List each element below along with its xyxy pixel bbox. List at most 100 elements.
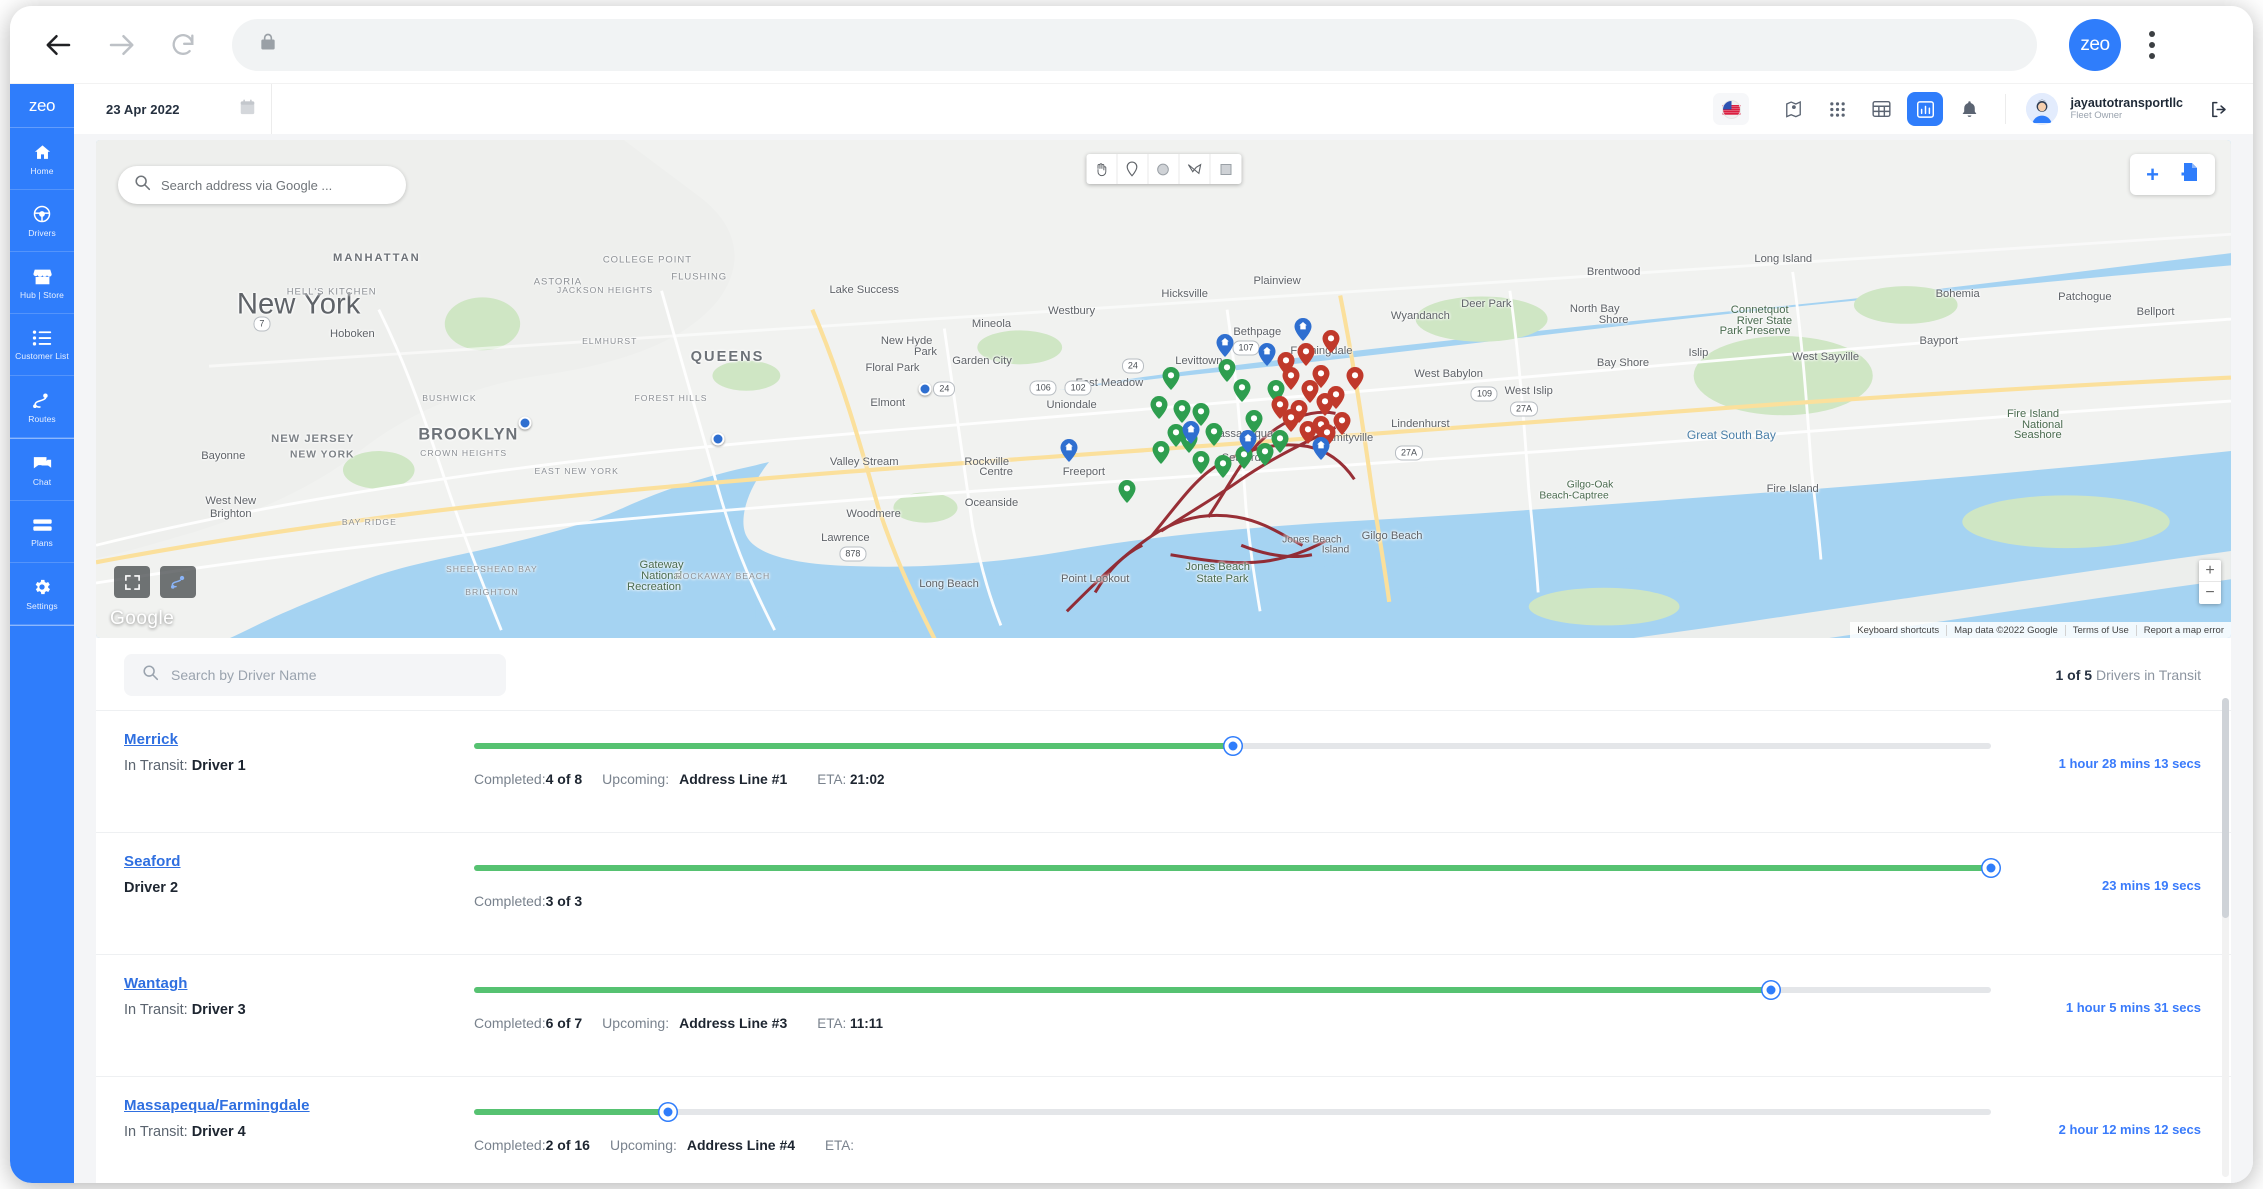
sidebar-item-customer-list[interactable]: Customer List	[10, 314, 74, 376]
table-row[interactable]: Wantagh In Transit: Driver 3 Completed:6 o…	[96, 954, 2231, 1076]
reload-icon[interactable]	[160, 22, 206, 68]
map-stop-pin[interactable]	[1333, 412, 1351, 436]
map-stop-pin[interactable]	[1297, 343, 1315, 367]
progress-knob[interactable]	[1762, 981, 1780, 999]
map-bottomleft-actions[interactable]	[114, 566, 196, 598]
back-icon[interactable]	[36, 22, 82, 68]
sidebar-item-chat[interactable]: Chat	[10, 439, 74, 501]
forward-icon[interactable]	[98, 22, 144, 68]
map-stop-pin[interactable]	[1192, 451, 1210, 475]
map-stop-pin[interactable]	[1271, 430, 1289, 454]
map-stop-pin[interactable]	[1218, 358, 1236, 382]
map-stop-pin[interactable]	[1205, 422, 1223, 446]
zoom-in-button[interactable]: +	[2199, 560, 2221, 582]
logout-icon[interactable]	[2201, 92, 2235, 126]
map-driver-pin[interactable]	[1294, 317, 1312, 341]
map-stop-pin[interactable]	[1152, 440, 1170, 464]
sidebar-item-routes[interactable]: Routes	[10, 376, 74, 438]
driver-row-progress: Completed:6 of 7 Upcoming: Address Line #3…	[474, 973, 1991, 1056]
driver-status-prefix: In Transit:	[124, 1002, 192, 1018]
progress-track[interactable]	[474, 981, 1991, 999]
sidebar-item-plans[interactable]: Plans	[10, 501, 74, 563]
progress-knob[interactable]	[1982, 859, 2000, 877]
route-name-link[interactable]: Seaford	[124, 853, 181, 870]
driver-row-identity: Massapequa/Farmingdale In Transit: Driver…	[124, 1095, 474, 1178]
map-stop-pin[interactable]	[1173, 400, 1191, 424]
map-stop-pin[interactable]	[1118, 479, 1136, 503]
sidebar-item-home[interactable]: Home	[10, 128, 74, 190]
map-attribution-item[interactable]: Report a map error	[2135, 624, 2231, 636]
map-search-input[interactable]: Search address via Google ...	[118, 166, 406, 204]
map-driver-pin[interactable]	[1239, 430, 1257, 454]
map-stop-pin[interactable]	[1322, 330, 1340, 354]
us-flag-icon[interactable]	[1713, 93, 1750, 125]
search-input[interactable]: Search by Driver Name	[124, 654, 506, 696]
map-dot-marker[interactable]	[518, 416, 532, 430]
sidebar-item-settings[interactable]: Settings	[10, 563, 74, 625]
kebab-menu-icon[interactable]	[2137, 22, 2167, 68]
map-stop-pin[interactable]	[1327, 385, 1345, 409]
completed-label: Completed:	[474, 1137, 546, 1153]
map-driver-pin[interactable]	[1312, 437, 1330, 461]
progress-track[interactable]	[474, 1103, 1991, 1121]
grid-dots-icon[interactable]	[1819, 92, 1855, 126]
analytics-chart-icon[interactable]	[1907, 92, 1944, 126]
progress-track[interactable]	[474, 859, 2000, 877]
upcoming-value: Address Line #4	[686, 1137, 796, 1153]
progress-knob[interactable]	[1224, 737, 1241, 755]
marker-pin-icon[interactable]	[1117, 154, 1148, 184]
table-row[interactable]: Massapequa/Farmingdale In Transit: Driver…	[96, 1076, 2231, 1183]
map-stop-pin[interactable]	[1162, 367, 1180, 391]
map-driver-pin[interactable]	[1216, 333, 1234, 357]
map-stop-pin[interactable]	[1282, 408, 1300, 432]
calendar-icon[interactable]	[240, 99, 255, 120]
route-preview-icon[interactable]	[160, 566, 196, 598]
address-bar[interactable]	[232, 18, 2037, 71]
rectangle-shape-icon[interactable]	[1210, 154, 1241, 184]
plus-icon[interactable]: +	[2146, 163, 2159, 185]
map-container[interactable]: New York MANHATTAN HELL'S KITCHEN ASTORIA JA…	[96, 140, 2231, 638]
route-name-link[interactable]: Massapequa/Farmingdale	[124, 1097, 310, 1114]
map-zoom-controls[interactable]: + −	[2199, 560, 2221, 604]
bell-icon[interactable]	[1951, 92, 1987, 126]
driver-status-line: In Transit: Driver 3	[124, 1002, 474, 1018]
table-icon[interactable]	[1863, 92, 1899, 126]
map-stop-pin[interactable]	[1150, 395, 1168, 419]
map-stop-pin[interactable]	[1346, 367, 1364, 391]
map-attribution-item[interactable]: Map data ©2022 Google	[1946, 624, 2065, 636]
map-driver-pin[interactable]	[1258, 343, 1276, 367]
eta-stat: ETA: 11:11	[817, 1016, 883, 1031]
map-dot-marker[interactable]	[918, 382, 932, 396]
table-row[interactable]: Seaford Driver 2 Completed:3 of 3 23 mins 1…	[96, 832, 2231, 954]
sidebar-item-drivers[interactable]: Drivers	[10, 190, 74, 252]
sidebar-item-hub-store[interactable]: Hub | Store	[10, 252, 74, 314]
circle-shape-icon[interactable]	[1148, 154, 1179, 184]
progress-knob[interactable]	[659, 1103, 677, 1121]
fullscreen-icon[interactable]	[114, 566, 150, 598]
route-name-link[interactable]: Wantagh	[124, 975, 187, 992]
progress-track[interactable]	[474, 737, 1991, 755]
map-stop-pin[interactable]	[1277, 351, 1295, 375]
import-file-icon[interactable]	[2181, 162, 2199, 187]
pan-hand-icon[interactable]	[1086, 154, 1117, 184]
map-driver-pin[interactable]	[1060, 438, 1078, 462]
user-block[interactable]: jayautotransportllc Fleet Owner	[2020, 93, 2183, 125]
map-attribution-item[interactable]: Terms of Use	[2064, 624, 2136, 636]
map-drawing-tools[interactable]	[1086, 154, 1241, 184]
route-name-link[interactable]: Merrick	[124, 731, 178, 748]
zoom-out-button[interactable]: −	[2199, 582, 2221, 604]
map-topright-actions[interactable]: +	[2130, 154, 2215, 195]
map-pin-layer[interactable]	[96, 140, 2231, 638]
map-driver-pin[interactable]	[1182, 421, 1200, 445]
map-pin-icon[interactable]	[1775, 92, 1811, 126]
browser-profile-avatar[interactable]: zeo	[2069, 18, 2121, 71]
table-row[interactable]: Merrick In Transit: Driver 1 Completed:4 o…	[96, 710, 2231, 832]
map-attribution-item[interactable]: Keyboard shortcuts	[1850, 625, 1946, 636]
map-stop-pin[interactable]	[1214, 454, 1232, 478]
completed-label: Completed:	[474, 771, 546, 787]
map-dot-marker[interactable]	[711, 432, 725, 446]
polygon-shape-icon[interactable]	[1179, 154, 1210, 184]
date-picker[interactable]: 23 Apr 2022	[88, 84, 272, 134]
map-stop-pin[interactable]	[1233, 378, 1251, 402]
panel-scrollbar[interactable]	[2222, 698, 2229, 1177]
